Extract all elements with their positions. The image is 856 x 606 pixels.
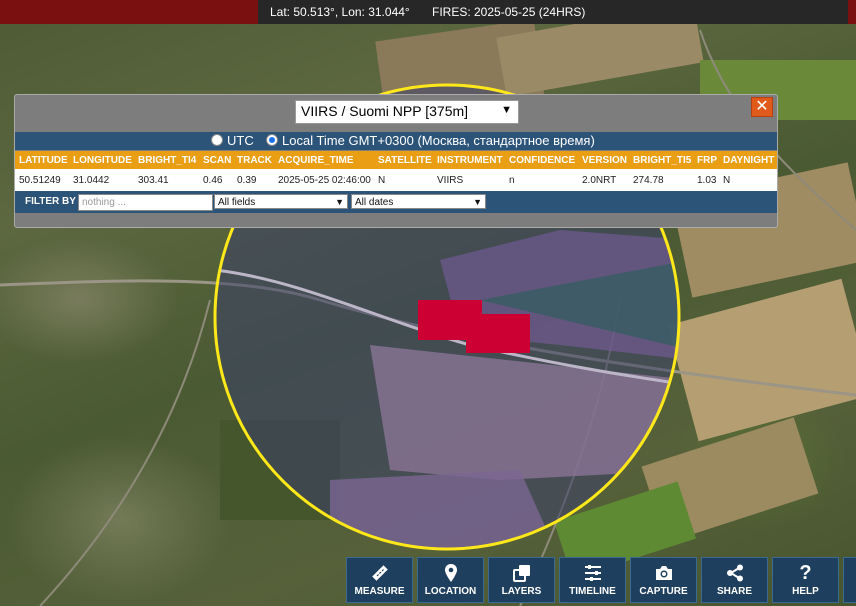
date-filter-value: All dates: [355, 197, 394, 208]
fire-marker[interactable]: [466, 314, 530, 353]
close-button[interactable]: ✕: [751, 97, 773, 117]
table-cell: 0.46: [203, 175, 223, 186]
tz-local-label: Local Time GMT+0300 (Москва, стандартное…: [282, 133, 595, 148]
location-label: LOCATION: [424, 586, 477, 597]
timezone-row: UTC Local Time GMT+0300 (Москва, стандар…: [15, 132, 777, 150]
table-cell: 50.51249: [19, 175, 61, 186]
capture-button[interactable]: CAPTURE: [630, 557, 697, 603]
filter-input-placeholder: nothing ...: [82, 197, 126, 208]
measure-button[interactable]: MEASURE: [346, 557, 413, 603]
map-pin-icon: [444, 564, 457, 582]
column-header[interactable]: SCAN: [203, 155, 231, 166]
layers-button[interactable]: LAYERS: [488, 557, 555, 603]
camera-icon: [655, 566, 672, 580]
column-header[interactable]: TRACK: [237, 155, 272, 166]
capture-label: CAPTURE: [639, 586, 688, 597]
sensor-select[interactable]: VIIRS / Suomi NPP [375m] ▼: [295, 100, 519, 124]
column-header[interactable]: INSTRUMENT: [437, 155, 503, 166]
ruler-icon: [371, 565, 388, 581]
column-header[interactable]: SATELLITE: [378, 155, 432, 166]
measure-label: MEASURE: [354, 586, 405, 597]
share-icon: [726, 564, 743, 582]
column-header[interactable]: CONFIDENCE: [509, 155, 575, 166]
location-button[interactable]: LOCATION: [417, 557, 484, 603]
question-icon: ?: [799, 562, 812, 584]
field-filter-select[interactable]: All fields ▼: [214, 194, 348, 209]
table-cell: N: [723, 175, 731, 186]
table-cell: 2025-05-25 02:46:00: [278, 175, 371, 186]
field-filter-value: All fields: [218, 197, 256, 208]
tz-utc-radio[interactable]: [211, 134, 223, 146]
table-cell: 274.78: [633, 175, 664, 186]
top-bar: Lat: 50.513°, Lon: 31.044° FIRES: 2025-0…: [0, 0, 856, 24]
table-header-row: LATITUDE LONGITUDE BRIGHT_TI4 SCAN TRACK…: [15, 151, 777, 169]
filter-input[interactable]: nothing ...: [78, 194, 213, 211]
chevron-down-icon: ▼: [473, 197, 482, 207]
tz-local-radio[interactable]: [266, 134, 278, 146]
help-label: HELP: [792, 586, 819, 597]
tz-utc-option[interactable]: UTC: [211, 132, 254, 150]
table-cell: 0.39: [237, 175, 257, 186]
filter-label: FILTER BY: [25, 196, 76, 207]
fires-date-readout: FIRES: 2025-05-25 (24HRS): [432, 5, 586, 19]
help-button[interactable]: ? HELP: [772, 557, 839, 603]
column-header[interactable]: DAYNIGHT: [723, 155, 774, 166]
column-header[interactable]: ACQUIRE_TIME: [278, 155, 354, 166]
column-header[interactable]: LONGITUDE: [73, 155, 132, 166]
layers-icon: [512, 565, 530, 582]
table-cell: n: [509, 175, 515, 186]
table-cell: 1.03: [697, 175, 717, 186]
chevron-down-icon: ▼: [335, 197, 344, 207]
table-cell: N: [378, 175, 386, 186]
table-cell: VIIRS: [437, 175, 464, 186]
timeline-label: TIMELINE: [569, 586, 616, 597]
column-header[interactable]: LATITUDE: [19, 155, 68, 166]
timeline-button[interactable]: TIMELINE: [559, 557, 626, 603]
sensor-select-value: VIIRS / Suomi NPP [375m]: [301, 103, 469, 119]
sliders-icon: [584, 565, 601, 581]
tz-utc-label: UTC: [227, 133, 254, 148]
date-filter-select[interactable]: All dates ▼: [351, 194, 486, 209]
chevron-down-icon: ▼: [501, 104, 512, 116]
column-header[interactable]: FRP: [697, 155, 717, 166]
share-label: SHARE: [716, 586, 752, 597]
fire-info-panel: VIIRS / Suomi NPP [375m] ▼ ✕ UTC Local T…: [14, 94, 778, 228]
column-header[interactable]: VERSION: [582, 155, 627, 166]
column-header[interactable]: BRIGHT_TI4: [138, 155, 196, 166]
layers-label: LAYERS: [501, 586, 542, 597]
top-bar-readout: Lat: 50.513°, Lon: 31.044° FIRES: 2025-0…: [258, 0, 848, 24]
share-button[interactable]: SHARE: [701, 557, 768, 603]
table-row[interactable]: 50.51249 31.0442 303.41 0.46 0.39 2025-0…: [15, 169, 777, 191]
satellite-map[interactable]: [0, 0, 856, 606]
tz-local-option[interactable]: Local Time GMT+0300 (Москва, стандартное…: [266, 132, 595, 150]
table-cell: 31.0442: [73, 175, 110, 186]
table-cell: 303.41: [138, 175, 169, 186]
table-cell: 2.0NRT: [582, 175, 617, 186]
coordinate-readout: Lat: 50.513°, Lon: 31.044°: [270, 5, 410, 19]
more-toolbar-button[interactable]: [843, 557, 856, 603]
filter-row: FILTER BY nothing ... All fields ▼ All d…: [15, 191, 777, 213]
column-header[interactable]: BRIGHT_TI5: [633, 155, 691, 166]
